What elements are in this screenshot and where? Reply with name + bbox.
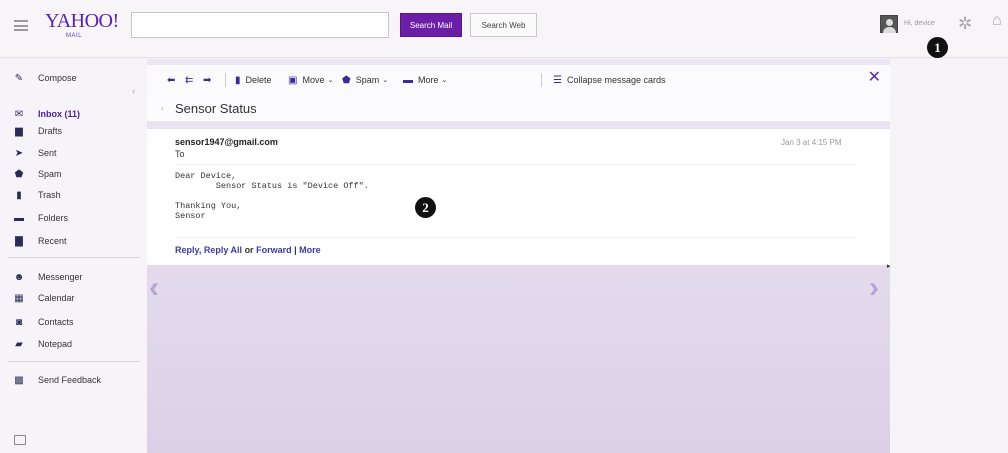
move-button[interactable]: ▣ Move ⌄ — [288, 74, 333, 86]
list-icon: ☰ — [553, 74, 562, 86]
trash-icon: ▮ — [235, 74, 241, 86]
recipient-line: To — [175, 149, 185, 159]
forward-link[interactable]: Forward — [256, 245, 292, 255]
image-icon[interactable] — [14, 435, 26, 445]
sidebar-item-messenger[interactable]: ☻ Messenger — [0, 267, 140, 287]
trash-icon: ▮ — [16, 189, 22, 201]
more-icon: ▬ — [403, 74, 413, 86]
right-panel — [890, 59, 1008, 453]
search-web-button[interactable]: Search Web — [470, 13, 537, 37]
reply-all-link[interactable]: Reply All — [204, 245, 242, 255]
drafts-icon: ▆ — [15, 125, 23, 137]
messenger-icon: ☻ — [13, 271, 25, 283]
folder-icon: ▬ — [14, 212, 24, 224]
message-date: Jan 3 at 4:15 PM — [781, 138, 842, 147]
folder-icon: ▣ — [288, 74, 298, 86]
expand-panel-icon[interactable]: ▸ — [887, 262, 891, 270]
sidebar-item-notepad[interactable]: ▰ Notepad — [0, 334, 140, 354]
yahoo-logo[interactable]: YAHOO! — [45, 11, 119, 31]
sidebar-item-calendar[interactable]: ▦ Calendar — [0, 288, 140, 308]
collapse-cards-button[interactable]: ☰ Collapse message cards — [553, 74, 666, 86]
chevron-left-icon: ‹ — [161, 103, 164, 113]
more-link[interactable]: More — [299, 245, 321, 255]
spam-icon: ⬟ — [14, 168, 24, 180]
contacts-icon: ◙ — [15, 316, 23, 328]
chevron-down-icon: ⌄ — [382, 77, 389, 84]
sidebar-item-drafts[interactable]: ▆ Drafts — [0, 121, 140, 141]
chevron-down-icon: ⌄ — [441, 77, 448, 84]
sidebar-item-recent[interactable]: ▇ Recent — [0, 231, 140, 251]
sender-email[interactable]: sensor1947@gmail.com — [175, 137, 278, 147]
delete-button[interactable]: ▮ Delete — [235, 74, 272, 86]
sidebar-item-spam[interactable]: ⬟ Spam — [0, 164, 140, 184]
chevron-down-icon: ⌄ — [327, 77, 334, 84]
compose-button[interactable]: ✎ Compose — [0, 68, 140, 88]
calendar-icon: ▦ — [14, 292, 24, 304]
divider — [541, 73, 542, 87]
divider — [175, 237, 855, 238]
sent-icon: ➤ — [14, 147, 24, 159]
search-input[interactable] — [131, 12, 389, 38]
logo-subtitle: MAIL — [66, 33, 83, 39]
sidebar-item-sent[interactable]: ➤ Sent — [0, 143, 140, 163]
annotation-marker-2: 2 — [415, 197, 436, 218]
sidebar-item-trash[interactable]: ▮ Trash — [0, 185, 140, 205]
sidebar: ‹ ✎ Compose ✉ Inbox (11) ▆ Drafts ➤ Sent… — [0, 59, 147, 453]
annotation-marker-1: 1 — [927, 37, 948, 58]
spam-icon: ⬟ — [342, 74, 351, 86]
inbox-icon: ✉ — [14, 108, 24, 120]
message-body: Dear Device, Sensor Status is "Device Of… — [175, 171, 369, 221]
send-feedback-link[interactable]: ▩ Send Feedback — [0, 370, 140, 390]
more-button[interactable]: ▬ More ⌄ — [403, 74, 447, 86]
recent-icon: ▇ — [15, 235, 23, 247]
message-toolbar: ⬅ ⇇ ➡ ▮ Delete ▣ Move ⌄ ⬟ Spam ⌄ ▬ More ⌄ ☰ Coll… — [147, 65, 890, 95]
spam-button[interactable]: ⬟ Spam ⌄ — [342, 74, 388, 86]
avatar[interactable] — [880, 15, 898, 33]
reply-all-icon[interactable]: ⇇ — [185, 74, 198, 86]
divider — [175, 164, 855, 165]
next-message-arrow[interactable]: › — [869, 273, 879, 303]
search-mail-button[interactable]: Search Mail — [400, 13, 462, 37]
message-subject: Sensor Status — [175, 101, 257, 116]
reply-icon[interactable]: ⬅ — [167, 74, 180, 86]
message-actions: Reply, Reply All or Forward | More — [175, 245, 321, 255]
user-greeting[interactable]: Hi, device — [904, 20, 935, 27]
message-card: sensor1947@gmail.com To Jan 3 at 4:15 PM… — [147, 129, 890, 265]
close-icon[interactable]: ✕ — [868, 70, 881, 86]
feedback-icon: ▩ — [14, 374, 24, 386]
gear-icon[interactable]: ✲ — [958, 15, 972, 32]
reply-link[interactable]: Reply — [175, 245, 199, 255]
subject-bar: ‹ Sensor Status — [147, 95, 890, 122]
menu-icon[interactable] — [14, 20, 28, 31]
notepad-icon: ▰ — [15, 338, 23, 350]
previous-message-arrow[interactable]: ‹ — [149, 273, 159, 303]
sidebar-item-contacts[interactable]: ◙ Contacts — [0, 312, 140, 332]
sidebar-item-folders[interactable]: ▬ Folders — [0, 208, 140, 228]
forward-icon[interactable]: ➡ — [203, 74, 216, 86]
divider — [225, 73, 226, 87]
compose-icon: ✎ — [14, 72, 24, 84]
divider — [8, 361, 140, 362]
message-view: ⬅ ⇇ ➡ ▮ Delete ▣ Move ⌄ ⬟ Spam ⌄ ▬ More ⌄ ☰ Coll… — [147, 59, 890, 453]
divider — [8, 257, 140, 258]
home-icon[interactable]: ⌂ — [992, 13, 1002, 29]
top-bar: YAHOO! MAIL Search Mail Search Web Hi, d… — [0, 0, 1008, 58]
